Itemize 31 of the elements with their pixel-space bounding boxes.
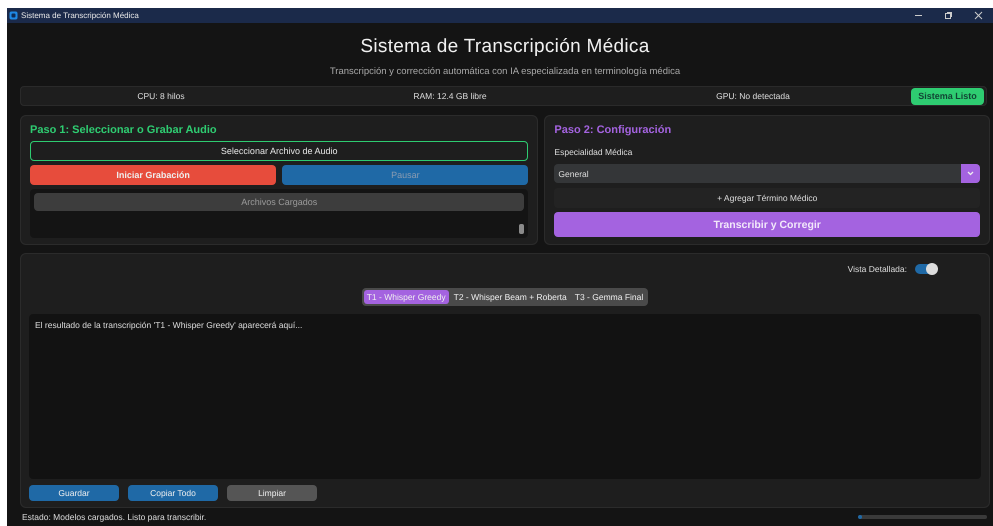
action-button[interactable]: Guardar xyxy=(29,485,119,501)
app-subtitle: Transcripción y corrección automática con IA especializada en terminología médica xyxy=(330,66,680,77)
field-label: Especialidad Médica xyxy=(554,147,634,157)
tab[interactable]: T1 - Whisper Greedy xyxy=(364,290,449,304)
detailed-view-switch[interactable] xyxy=(915,264,937,274)
system-info-text: GPU: No detectada xyxy=(715,91,791,101)
system-status-button[interactable]: Sistema Listo xyxy=(911,88,984,104)
specialty-dropdown[interactable]: General xyxy=(554,164,980,183)
close-icon[interactable] xyxy=(974,11,982,20)
panel-title: Paso 2: Configuración xyxy=(554,124,672,136)
record-button[interactable]: Iniciar Grabación xyxy=(30,165,276,185)
status-text: Estado: Modelos cargados. Listo para transcribir. xyxy=(22,512,206,522)
clear-button[interactable]: Limpiar xyxy=(227,485,317,501)
transcribe-button[interactable]: Transcribir y Corregir xyxy=(554,212,980,237)
select-file-button[interactable]: Seleccionar Archivo de Audio xyxy=(30,141,528,161)
toggle-label: Vista Detallada: xyxy=(848,264,907,274)
scrollbar-thumb[interactable] xyxy=(519,224,524,234)
system-info-text: CPU: 8 hilos xyxy=(136,91,186,101)
window-title: Sistema de Transcripción Médica xyxy=(21,11,140,20)
app-icon xyxy=(9,11,18,20)
dropdown-value: General xyxy=(558,168,590,178)
restore-icon[interactable] xyxy=(944,11,952,20)
panel-title: Paso 1: Seleccionar o Grabar Audio xyxy=(30,124,218,136)
transcription-output-field[interactable]: El resultado de la transcripción 'T1 - Whisper Greedy' aparecerá aquí... xyxy=(29,314,981,479)
tab[interactable]: T3 - Gemma Final xyxy=(572,290,646,304)
app-title: Sistema de Transcripción Médica xyxy=(360,36,650,58)
add-term-button[interactable]: + Agregar Término Médico xyxy=(554,188,980,208)
action-button[interactable]: Copiar Todo xyxy=(128,485,218,501)
tab[interactable]: T2 - Whisper Beam + Roberta xyxy=(450,290,570,304)
chevron-down-icon[interactable] xyxy=(967,171,974,176)
system-info-text: RAM: 12.4 GB libre xyxy=(412,91,488,101)
